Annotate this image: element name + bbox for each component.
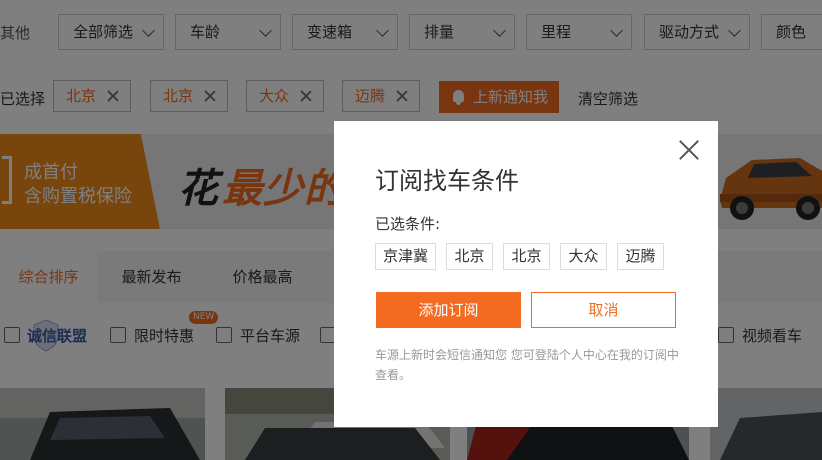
condition-tag: 京津冀 — [375, 243, 436, 270]
subscribe-modal: 订阅找车条件 已选条件: 京津冀 北京 北京 大众 迈腾 添加订阅 取消 车源上… — [334, 121, 718, 427]
cancel-button[interactable]: 取消 — [531, 292, 676, 328]
condition-tag: 迈腾 — [617, 243, 664, 270]
close-icon[interactable] — [679, 140, 699, 160]
condition-tag: 北京 — [503, 243, 550, 270]
modal-title: 订阅找车条件 — [375, 167, 519, 195]
add-subscription-button[interactable]: 添加订阅 — [376, 292, 521, 328]
modal-note: 车源上新时会短信通知您 您可登陆个人中心在我的订阅中查看。 — [375, 348, 679, 382]
condition-tag: 北京 — [446, 243, 493, 270]
condition-tag: 大众 — [560, 243, 607, 270]
modal-subtitle: 已选条件: — [375, 215, 441, 233]
